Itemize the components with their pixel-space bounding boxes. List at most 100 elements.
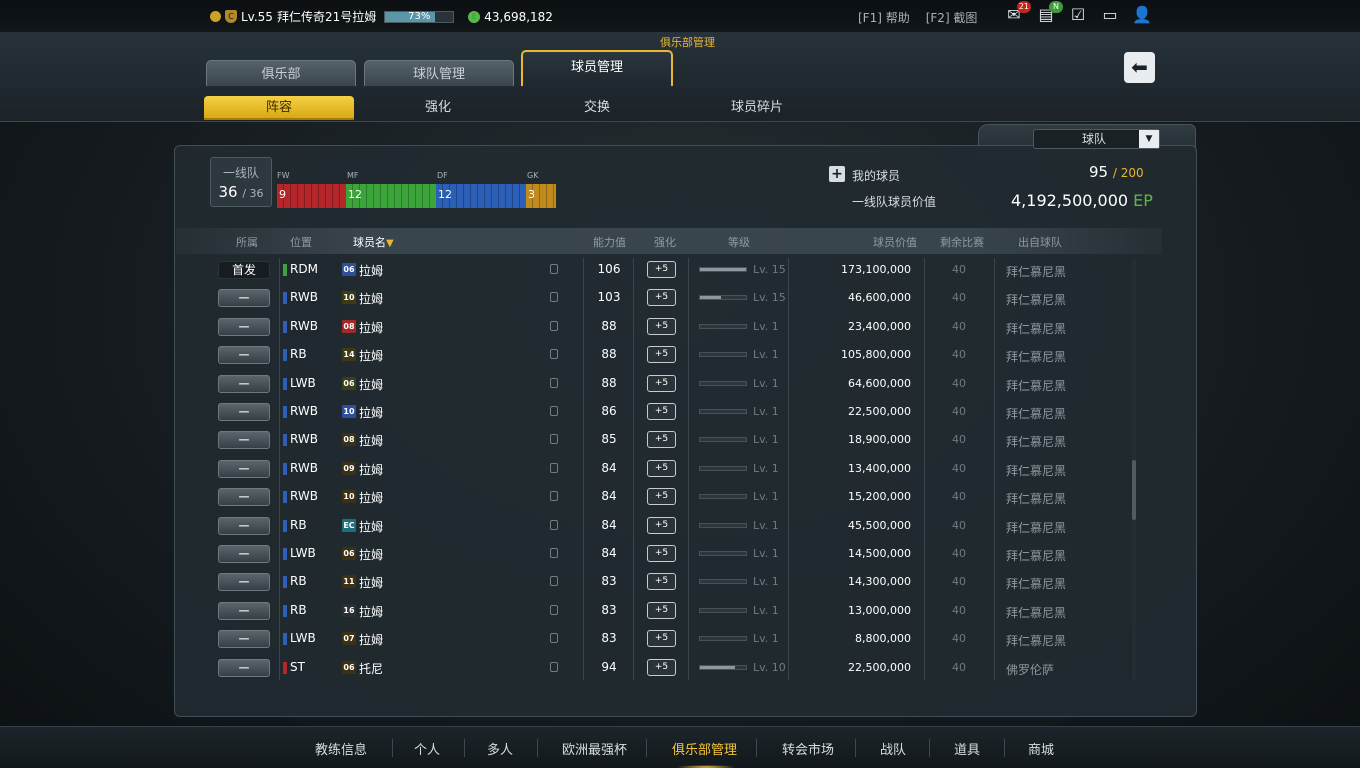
chat-icon[interactable]: ▭: [1099, 5, 1121, 25]
enhance-badge[interactable]: +5: [647, 488, 676, 506]
table-row[interactable]: — RWB 10 拉姆 86 +5 Lv. 1 22,500,000 40 拜仁…: [206, 398, 1136, 426]
enhance-badge[interactable]: +5: [647, 545, 676, 562]
player-name[interactable]: 拉姆: [359, 631, 383, 648]
player-name[interactable]: 托尼: [359, 660, 383, 677]
player-name[interactable]: 拉姆: [359, 603, 383, 620]
subtab-player-fragments[interactable]: 球员碎片: [682, 96, 832, 120]
add-player-button[interactable]: +: [829, 166, 845, 182]
nav-personal[interactable]: 个人: [414, 739, 440, 758]
enhance-badge[interactable]: +5: [647, 573, 676, 591]
tab-player-management[interactable]: 球员管理: [521, 50, 673, 86]
player-name[interactable]: 拉姆: [359, 262, 383, 279]
subtab-exchange[interactable]: 交换: [522, 96, 672, 120]
lock-icon[interactable]: [550, 377, 558, 388]
table-row[interactable]: — RWB 10 拉姆 84 +5 Lv. 1 15,200,000 40 拜仁…: [206, 483, 1136, 511]
enhance-badge[interactable]: +5: [647, 317, 676, 335]
col-level[interactable]: 等级: [728, 234, 750, 250]
subtab-lineup[interactable]: 阵容: [204, 96, 354, 120]
player-name[interactable]: 拉姆: [359, 290, 383, 307]
chevron-down-icon[interactable]: ▼: [1139, 130, 1159, 148]
table-row[interactable]: — RB EC 拉姆 84 +5 Lv. 1 45,500,000 40 拜仁慕…: [206, 512, 1136, 540]
user-icon[interactable]: 👤: [1131, 5, 1153, 25]
tab-team-management[interactable]: 球队管理: [364, 60, 514, 86]
screenshot-hotkey[interactable]: [F2] 截图: [926, 9, 978, 26]
enhance-badge[interactable]: +5: [647, 630, 676, 648]
table-row[interactable]: — RWB 09 拉姆 84 +5 Lv. 1 13,400,000 40 拜仁…: [206, 455, 1136, 483]
player-name[interactable]: 拉姆: [359, 319, 383, 336]
col-enhance[interactable]: 强化: [654, 234, 676, 250]
role-button[interactable]: —: [218, 317, 270, 336]
enhance-badge[interactable]: +5: [647, 289, 676, 307]
col-rating[interactable]: 能力值: [593, 234, 626, 250]
lock-icon[interactable]: [550, 491, 558, 502]
role-button[interactable]: —: [218, 545, 270, 563]
col-club[interactable]: 出自球队: [1018, 234, 1062, 250]
player-name[interactable]: 拉姆: [359, 347, 383, 364]
table-row[interactable]: — RB 11 拉姆 83 +5 Lv. 1 14,300,000 40 拜仁慕…: [206, 568, 1136, 596]
team-dropdown[interactable]: 球队 ▼: [1033, 129, 1160, 149]
role-button[interactable]: —: [218, 573, 270, 592]
col-position[interactable]: 位置: [290, 234, 312, 250]
table-row[interactable]: 首发 RDM 06 拉姆 106 +5 Lv. 15 173,100,000 4…: [206, 256, 1136, 284]
enhance-badge[interactable]: +5: [647, 374, 676, 392]
table-row[interactable]: — LWB 06 拉姆 88 +5 Lv. 1 64,600,000 40 拜仁…: [206, 370, 1136, 398]
role-button[interactable]: —: [218, 601, 270, 620]
col-value[interactable]: 球员价值: [873, 234, 917, 250]
scrollbar-thumb[interactable]: [1132, 460, 1136, 520]
role-button[interactable]: —: [218, 516, 270, 535]
table-row[interactable]: — LWB 07 拉姆 83 +5 Lv. 1 8,800,000 40 拜仁慕…: [206, 625, 1136, 653]
tab-club[interactable]: 俱乐部: [206, 60, 356, 86]
enhance-badge[interactable]: +5: [647, 658, 676, 676]
lock-icon[interactable]: [550, 604, 558, 615]
lock-icon[interactable]: [550, 462, 558, 473]
col-remaining-games[interactable]: 剩余比赛: [940, 234, 984, 250]
lock-icon[interactable]: [550, 349, 558, 360]
lock-icon[interactable]: [550, 406, 558, 416]
lock-icon[interactable]: [550, 292, 558, 303]
player-name[interactable]: 拉姆: [359, 489, 383, 506]
role-button[interactable]: —: [218, 658, 270, 677]
lock-icon[interactable]: [550, 576, 558, 587]
player-name[interactable]: 拉姆: [359, 546, 383, 563]
role-button[interactable]: —: [218, 374, 270, 393]
col-player-name[interactable]: 球员名: [353, 234, 394, 250]
role-button[interactable]: —: [218, 346, 270, 365]
role-button[interactable]: —: [218, 403, 270, 421]
enhance-badge[interactable]: +5: [647, 403, 676, 420]
nav-european-cup[interactable]: 欧洲最强杯: [562, 739, 627, 758]
enhance-badge[interactable]: +5: [647, 261, 676, 278]
enhance-badge[interactable]: +5: [647, 516, 676, 534]
lock-icon[interactable]: [550, 264, 558, 274]
player-name[interactable]: 拉姆: [359, 518, 383, 535]
role-button[interactable]: 首发: [218, 261, 270, 279]
table-row[interactable]: — RB 14 拉姆 88 +5 Lv. 1 105,800,000 40 拜仁…: [206, 341, 1136, 369]
enhance-badge[interactable]: +5: [647, 459, 676, 477]
mail-icon[interactable]: ✉ 21: [1003, 1, 1031, 25]
nav-transfer-market[interactable]: 转会市场: [782, 739, 834, 758]
player-name[interactable]: 拉姆: [359, 432, 383, 449]
help-hotkey[interactable]: [F1] 帮助: [858, 9, 910, 26]
table-row[interactable]: — RB 16 拉姆 83 +5 Lv. 1 13,000,000 40 拜仁慕…: [206, 597, 1136, 625]
nav-shop[interactable]: 商城: [1028, 739, 1054, 758]
nav-coach-info[interactable]: 教练信息: [315, 739, 367, 758]
checklist-icon[interactable]: ▤ N: [1035, 1, 1063, 25]
role-button[interactable]: —: [218, 488, 270, 507]
lock-icon[interactable]: [550, 661, 558, 672]
player-name[interactable]: 拉姆: [359, 404, 383, 421]
back-button[interactable]: ⬅: [1124, 52, 1155, 83]
enhance-badge[interactable]: +5: [647, 431, 676, 449]
nav-multiplayer[interactable]: 多人: [487, 739, 513, 758]
table-row[interactable]: — RWB 08 拉姆 85 +5 Lv. 1 18,900,000 40 拜仁…: [206, 426, 1136, 454]
nav-items[interactable]: 道具: [954, 739, 980, 758]
lock-icon[interactable]: [550, 633, 558, 644]
subtab-enhance[interactable]: 强化: [363, 96, 513, 120]
lock-icon[interactable]: [550, 519, 558, 530]
col-affiliation[interactable]: 所属: [236, 234, 258, 250]
nav-club-management[interactable]: 俱乐部管理: [672, 739, 737, 758]
table-row[interactable]: — LWB 06 拉姆 84 +5 Lv. 1 14,500,000 40 拜仁…: [206, 540, 1136, 568]
nav-squad[interactable]: 战队: [880, 739, 906, 758]
role-button[interactable]: —: [218, 289, 270, 308]
role-button[interactable]: —: [218, 459, 270, 478]
player-name[interactable]: 拉姆: [359, 376, 383, 393]
table-row[interactable]: — RWB 08 拉姆 88 +5 Lv. 1 23,400,000 40 拜仁…: [206, 313, 1136, 341]
